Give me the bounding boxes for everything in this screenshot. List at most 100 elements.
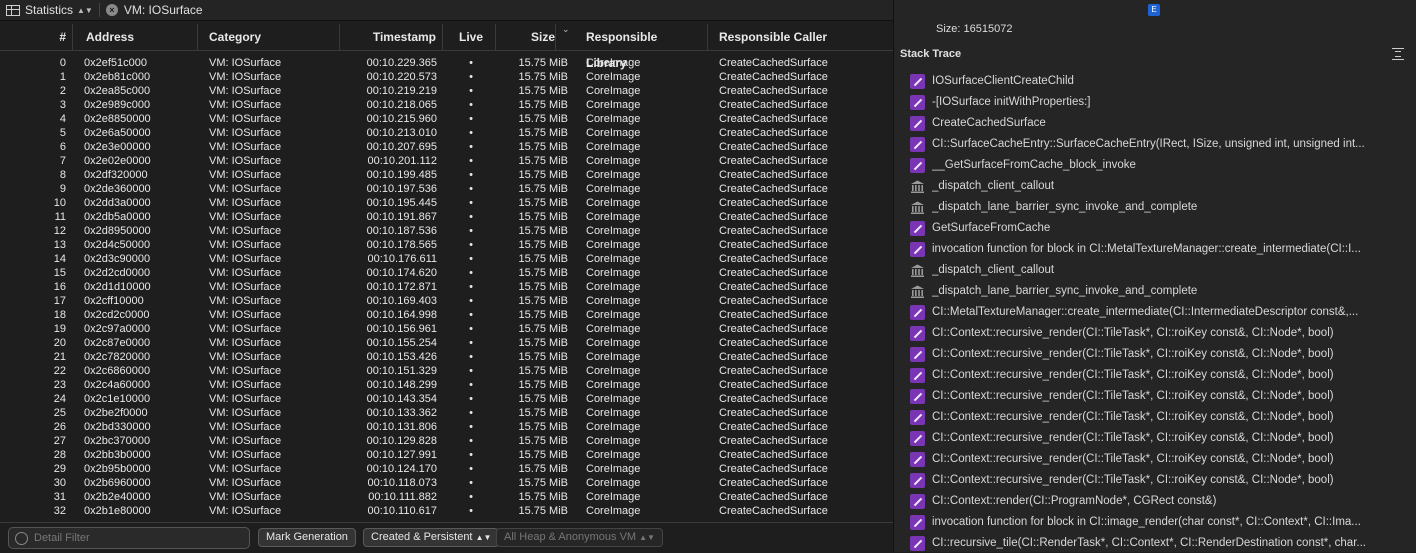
cell-category: VM: IOSurface xyxy=(209,491,282,503)
table-row[interactable]: 32 0x2b1e80000 VM: IOSurface 00:10.110.617 •… xyxy=(0,504,893,518)
column-header-responsible-library[interactable]: Responsible Library xyxy=(580,24,708,70)
clear-filter-icon[interactable]: × xyxy=(105,4,118,16)
table-row[interactable]: 10 0x2dd3a0000 VM: IOSurface 00:10.195.445 •… xyxy=(0,196,893,210)
table-row[interactable]: 21 0x2c7820000 VM: IOSurface 00:10.153.426 •… xyxy=(0,350,893,364)
table-row[interactable]: 11 0x2db5a0000 VM: IOSurface 00:10.191.867 •… xyxy=(0,210,893,224)
cell-address: 0x2cd2c0000 xyxy=(84,309,150,321)
table-row[interactable]: 3 0x2e989c000 VM: IOSurface 00:10.218.065 • 1… xyxy=(0,98,893,112)
table-row[interactable]: 18 0x2cd2c0000 VM: IOSurface 00:10.164.998 •… xyxy=(0,308,893,322)
stack-frame[interactable]: CI::Context::recursive_render(CI::TileTa… xyxy=(910,407,1410,428)
stack-frame-symbol: CI::Context::recursive_render(CI::TileTa… xyxy=(932,369,1334,381)
detail-filter-field[interactable]: Detail Filter xyxy=(8,527,250,549)
stack-frame[interactable]: CI::Context::recursive_render(CI::TileTa… xyxy=(910,323,1410,344)
stack-frame[interactable]: invocation function for block in CI::ima… xyxy=(910,512,1410,533)
allocation-lifespan-popup[interactable]: Created & Persistent ▲▼ xyxy=(363,528,500,547)
cell-timestamp: 00:10.219.219 xyxy=(366,85,437,97)
table-row[interactable]: 2 0x2ea85c000 VM: IOSurface 00:10.219.219 • 1… xyxy=(0,84,893,98)
column-header-size[interactable]: Size xyxy=(496,24,556,50)
stack-frame[interactable]: _dispatch_client_callout xyxy=(910,176,1410,197)
table-row[interactable]: 13 0x2d4c50000 VM: IOSurface 00:10.178.565 •… xyxy=(0,238,893,252)
table-row[interactable]: 14 0x2d3c90000 VM: IOSurface 00:10.176.611 •… xyxy=(0,252,893,266)
stack-frame[interactable]: CI::SurfaceCacheEntry::SurfaceCacheEntry… xyxy=(910,134,1410,155)
user-code-icon xyxy=(910,95,925,110)
cell-size: 15.75 MiB xyxy=(518,71,568,83)
stack-frame[interactable]: CreateCachedSurface xyxy=(910,113,1410,134)
table-row[interactable]: 9 0x2de360000 VM: IOSurface 00:10.197.536 • 1… xyxy=(0,182,893,196)
table-row[interactable]: 17 0x2cff10000 VM: IOSurface 00:10.169.403 •… xyxy=(0,294,893,308)
table-row[interactable]: 27 0x2bc370000 VM: IOSurface 00:10.129.828 •… xyxy=(0,434,893,448)
table-row[interactable]: 20 0x2c87e0000 VM: IOSurface 00:10.155.254 •… xyxy=(0,336,893,350)
stack-frame[interactable]: IOSurfaceClientCreateChild xyxy=(910,71,1410,92)
stack-frame[interactable]: _dispatch_lane_barrier_sync_invoke_and_c… xyxy=(910,281,1410,302)
cell-live: • xyxy=(469,57,473,69)
stack-frame-symbol: __GetSurfaceFromCache_block_invoke xyxy=(932,159,1136,171)
updown-chevron-icon: ▲▼ xyxy=(475,533,492,542)
cell-index: 24 xyxy=(53,393,66,405)
cell-responsible-caller: CreateCachedSurface xyxy=(719,127,828,139)
column-header-address[interactable]: Address xyxy=(80,24,198,50)
table-row[interactable]: 0 0x2ef51c000 VM: IOSurface 00:10.229.365 • 1… xyxy=(0,56,893,70)
table-row[interactable]: 7 0x2e02e0000 VM: IOSurface 00:10.201.112 • 1… xyxy=(0,154,893,168)
view-selector[interactable]: Statistics ▲▼ xyxy=(0,0,99,20)
table-row[interactable]: 24 0x2c1e10000 VM: IOSurface 00:10.143.354 •… xyxy=(0,392,893,406)
table-row[interactable]: 5 0x2e6a50000 VM: IOSurface 00:10.213.010 • 1… xyxy=(0,126,893,140)
stack-frame[interactable]: CI::Context::recursive_render(CI::TileTa… xyxy=(910,449,1410,470)
breadcrumb[interactable]: × VM: IOSurface xyxy=(100,0,209,20)
stack-frame[interactable]: CI::Context::recursive_render(CI::TileTa… xyxy=(910,344,1410,365)
cell-category: VM: IOSurface xyxy=(209,127,282,139)
stack-frame[interactable]: CI::Context::recursive_render(CI::TileTa… xyxy=(910,386,1410,407)
table-row[interactable]: 26 0x2bd330000 VM: IOSurface 00:10.131.806 •… xyxy=(0,420,893,434)
stack-trace-list[interactable]: IOSurfaceClientCreateChild -[IOSurface in… xyxy=(910,71,1410,552)
cell-category: VM: IOSurface xyxy=(209,323,282,335)
stack-frame[interactable]: CI::Context::recursive_render(CI::TileTa… xyxy=(910,428,1410,449)
table-row[interactable]: 6 0x2e3e00000 VM: IOSurface 00:10.207.695 • 1… xyxy=(0,140,893,154)
cell-index: 9 xyxy=(59,183,66,195)
table-row[interactable]: 25 0x2be2f0000 VM: IOSurface 00:10.133.362 •… xyxy=(0,406,893,420)
stack-frame[interactable]: __GetSurfaceFromCache_block_invoke xyxy=(910,155,1410,176)
table-row[interactable]: 15 0x2d2cd0000 VM: IOSurface 00:10.174.620 •… xyxy=(0,266,893,280)
stack-frame[interactable]: _dispatch_client_callout xyxy=(910,260,1410,281)
stack-trace-options-icon[interactable] xyxy=(1392,48,1404,60)
allocations-table[interactable]: 0 0x2ef51c000 VM: IOSurface 00:10.229.365 • 1… xyxy=(0,56,893,520)
cell-responsible-library: CoreImage xyxy=(586,351,641,363)
cell-responsible-caller: CreateCachedSurface xyxy=(719,211,828,223)
stack-frame[interactable]: CI::MetalTextureManager::create_intermed… xyxy=(910,302,1410,323)
cell-responsible-library: CoreImage xyxy=(586,365,641,377)
cell-address: 0x2c87e0000 xyxy=(84,337,151,349)
stack-frame[interactable]: CI::Context::render(CI::ProgramNode*, CG… xyxy=(910,491,1410,512)
cell-category: VM: IOSurface xyxy=(209,155,282,167)
stack-frame[interactable]: GetSurfaceFromCache xyxy=(910,218,1410,239)
stack-frame[interactable]: CI::Context::recursive_render(CI::TileTa… xyxy=(910,365,1410,386)
table-row[interactable]: 23 0x2c4a60000 VM: IOSurface 00:10.148.299 •… xyxy=(0,378,893,392)
filter-icon xyxy=(15,531,28,545)
stack-frame[interactable]: invocation function for block in CI::Met… xyxy=(910,239,1410,260)
table-row[interactable]: 16 0x2d1d10000 VM: IOSurface 00:10.172.871 •… xyxy=(0,280,893,294)
user-code-icon xyxy=(910,347,925,362)
table-row[interactable]: 29 0x2b95b0000 VM: IOSurface 00:10.124.170 •… xyxy=(0,462,893,476)
table-row[interactable]: 22 0x2c6860000 VM: IOSurface 00:10.151.329 •… xyxy=(0,364,893,378)
column-header-timestamp[interactable]: Timestamp xyxy=(340,24,443,50)
table-row[interactable]: 30 0x2b6960000 VM: IOSurface 00:10.118.073 •… xyxy=(0,476,893,490)
table-row[interactable]: 8 0x2df320000 VM: IOSurface 00:10.199.485 • 1… xyxy=(0,168,893,182)
cell-index: 27 xyxy=(53,435,66,447)
cell-responsible-caller: CreateCachedSurface xyxy=(719,253,828,265)
stack-frame[interactable]: CI::recursive_tile(CI::RenderTask*, CI::… xyxy=(910,533,1410,552)
stack-frame[interactable]: CI::Context::recursive_render(CI::TileTa… xyxy=(910,470,1410,491)
column-header-category[interactable]: Category xyxy=(203,24,340,50)
table-row[interactable]: 19 0x2c97a0000 VM: IOSurface 00:10.156.961 •… xyxy=(0,322,893,336)
stack-frame[interactable]: _dispatch_lane_barrier_sync_invoke_and_c… xyxy=(910,197,1410,218)
table-row[interactable]: 31 0x2b2e40000 VM: IOSurface 00:10.111.882 •… xyxy=(0,490,893,504)
stack-frame-symbol: IOSurfaceClientCreateChild xyxy=(932,75,1074,87)
cell-address: 0x2bd330000 xyxy=(84,421,151,433)
column-header-responsible-caller[interactable]: Responsible Caller xyxy=(713,24,893,50)
column-header-index[interactable]: # xyxy=(0,24,73,50)
table-row[interactable]: 1 0x2eb81c000 VM: IOSurface 00:10.220.573 • 1… xyxy=(0,70,893,84)
column-header-live[interactable]: Live xyxy=(453,24,496,50)
table-row[interactable]: 28 0x2bb3b0000 VM: IOSurface 00:10.127.991 •… xyxy=(0,448,893,462)
stack-frame[interactable]: -[IOSurface initWithProperties:] xyxy=(910,92,1410,113)
cell-index: 16 xyxy=(53,281,66,293)
table-row[interactable]: 4 0x2e8850000 VM: IOSurface 00:10.215.960 • 1… xyxy=(0,112,893,126)
table-row[interactable]: 12 0x2d8950000 VM: IOSurface 00:10.187.536 •… xyxy=(0,224,893,238)
mark-generation-button[interactable]: Mark Generation xyxy=(258,528,356,547)
allocation-type-popup[interactable]: All Heap & Anonymous VM ▲▼ xyxy=(496,528,663,547)
